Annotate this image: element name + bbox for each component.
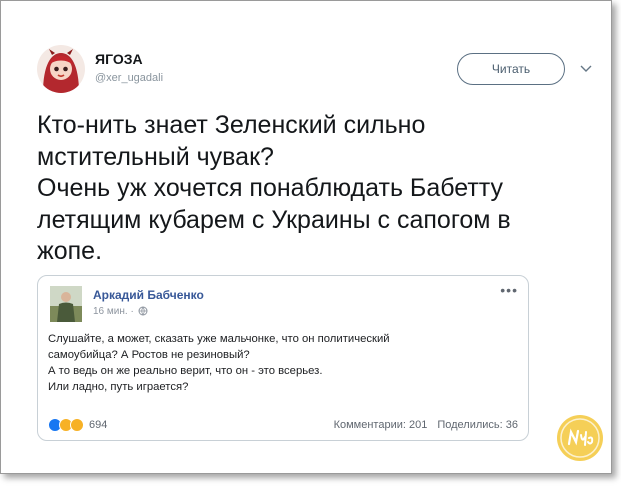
author-handle[interactable]: @xer_ugadali <box>95 72 163 84</box>
embedded-line: самоубийца? А Ростов не резиновый? <box>48 349 250 361</box>
embedded-line: Или ладно, путь играется? <box>48 381 189 393</box>
reactions-count: 694 <box>89 419 108 431</box>
embedded-timestamp: 16 мин. · <box>93 306 148 319</box>
embedded-post-text: Слушайте, а может, сказать уже мальчонке… <box>48 331 518 395</box>
tweet-line: летящим кубарем с Украины с сапогом в <box>37 205 511 234</box>
comments-count[interactable]: Комментарии: 201 <box>334 419 428 431</box>
nyka-watermark-logo <box>555 413 605 463</box>
globe-icon <box>138 306 148 319</box>
embedded-time-text: 16 мин. · <box>93 306 134 317</box>
embedded-line: А то ведь он же реально верит, что он - … <box>48 365 323 377</box>
tweet-text: Кто-нить знает Зеленский сильно мститель… <box>37 110 577 268</box>
embedded-author-name[interactable]: Аркадий Бабченко <box>93 288 204 302</box>
sad-reaction-icon <box>70 418 84 432</box>
author-name[interactable]: ЯГОЗА <box>95 51 143 67</box>
tweet-line: жопе. <box>37 237 103 265</box>
embedded-post[interactable]: Аркадий Бабченко 16 мин. · ••• Слушайте,… <box>37 275 529 441</box>
follow-button[interactable]: Читать <box>457 53 565 85</box>
more-options-icon[interactable]: ••• <box>500 282 518 298</box>
tweet-line: мстительный чувак? <box>37 142 274 171</box>
tweet-line: Очень уж хочется понаблюдать Бабетту <box>37 174 504 202</box>
chevron-down-icon[interactable] <box>580 61 592 73</box>
embedded-author-avatar[interactable] <box>50 286 82 322</box>
embedded-line: Слушайте, а может, сказать уже мальчонке… <box>48 333 390 345</box>
author-avatar[interactable] <box>37 45 85 93</box>
reactions-summary[interactable]: 694 <box>48 417 107 433</box>
post-stats: Комментарии: 201 Поделились: 36 <box>334 419 518 431</box>
shares-count[interactable]: Поделились: 36 <box>437 419 518 431</box>
tweet-line: Кто-нить знает Зеленский сильно <box>37 111 426 139</box>
